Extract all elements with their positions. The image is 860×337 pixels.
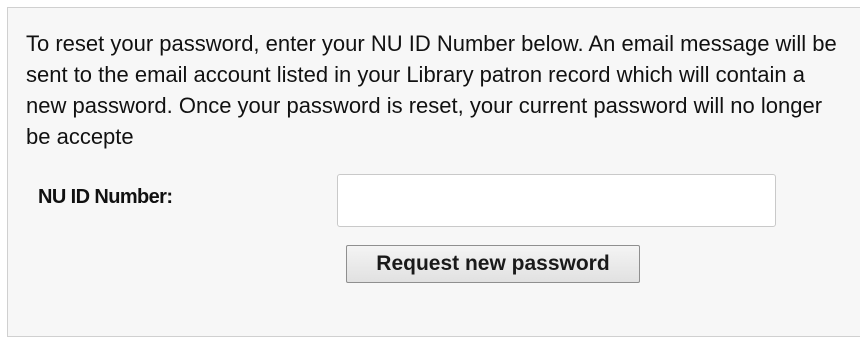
reset-instructions: To reset your password, enter your NU ID… [26,31,837,149]
nu-id-input[interactable] [337,174,776,227]
nu-id-label: NU ID Number: [38,186,173,208]
request-new-password-button[interactable]: Request new password [346,245,640,283]
